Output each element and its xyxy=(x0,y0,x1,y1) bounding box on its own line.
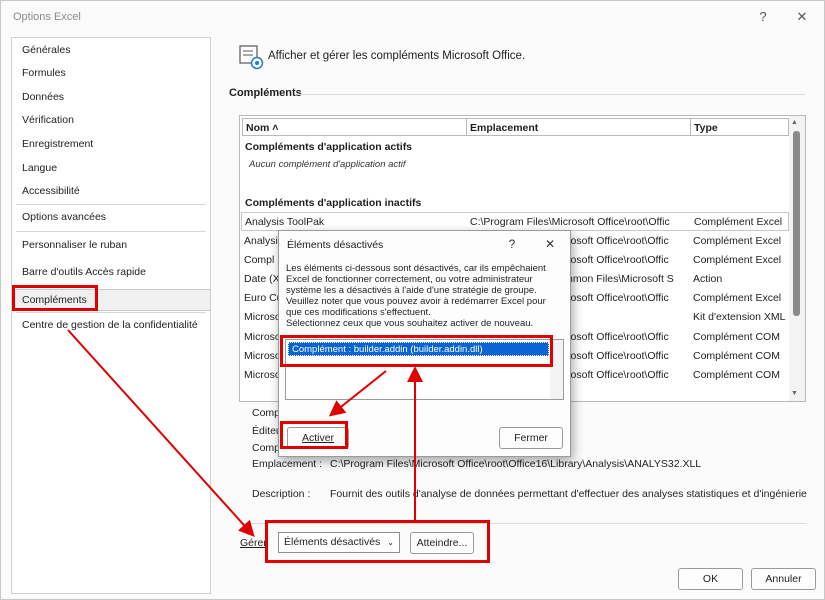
detail-description-value: Fournit des outils d'analyse de données … xyxy=(330,488,807,500)
column-header-name[interactable]: Nom ˄ xyxy=(242,118,467,136)
cell-type: Complément Excel xyxy=(693,254,782,266)
dialog-title: Éléments désactivés xyxy=(287,239,384,251)
sidebar-item-enregistrement[interactable]: Enregistrement xyxy=(22,135,93,153)
sidebar-divider xyxy=(16,231,206,232)
help-button[interactable]: ? xyxy=(750,7,776,27)
cell-type: Complément Excel xyxy=(693,235,782,247)
sidebar-item-personnaliser-ruban[interactable]: Personnaliser le ruban xyxy=(22,236,127,254)
table-scroll-thumb[interactable] xyxy=(793,131,800,316)
close-window-button[interactable]: ✕ xyxy=(789,7,815,27)
highlight-box-item xyxy=(280,335,553,367)
scroll-up-icon[interactable]: ▲ xyxy=(791,119,798,126)
section-divider xyxy=(297,94,805,95)
sidebar-item-confidentialite[interactable]: Centre de gestion de la confidentialité xyxy=(22,316,198,334)
dialog-message-line: Sélectionnez ceux que vous souhaitez act… xyxy=(286,318,534,329)
detail-label-complement: Comp xyxy=(252,407,281,419)
sidebar-item-langue[interactable]: Langue xyxy=(22,159,57,177)
cell-type: Complément COM xyxy=(693,331,780,343)
detail-location-value: C:\Program Files\Microsoft Office\root\O… xyxy=(330,458,702,470)
cell-name: Analysis ToolPak xyxy=(245,216,325,228)
sidebar-item-formules[interactable]: Formules xyxy=(22,64,66,82)
dialog-message-line: système les a désactivés à l'aide d'une … xyxy=(286,285,537,296)
addin-gear-icon xyxy=(239,45,265,74)
detail-label-compatibilite: Comp xyxy=(252,442,281,454)
dialog-message: Les éléments ci-dessous sont désactivés,… xyxy=(286,263,566,329)
cell-type: Complément Excel xyxy=(693,292,782,304)
dialog-message-line: Excel de fonctionner correctement, ou vo… xyxy=(286,274,533,285)
dialog-close-button[interactable]: Fermer xyxy=(499,427,563,449)
group-active: Compléments d'application actifs xyxy=(245,141,413,153)
detail-label-description: Description : xyxy=(252,488,311,500)
group-inactive: Compléments d'application inactifs xyxy=(245,197,422,209)
highlight-box-complements xyxy=(12,285,98,311)
dialog-message-line: que ces modifications s'effectuent. xyxy=(286,307,431,318)
cell-type: Kit d'extension XML xyxy=(693,311,786,323)
sidebar-item-verification[interactable]: Vérification xyxy=(22,111,74,129)
scroll-down-icon[interactable]: ▼ xyxy=(791,390,798,397)
section-title: Compléments xyxy=(229,87,302,99)
page-description: Afficher et gérer les compléments Micros… xyxy=(268,50,526,62)
sidebar-item-acces-rapide[interactable]: Barre d'outils Accès rapide xyxy=(22,263,146,281)
column-header-location[interactable]: Emplacement xyxy=(466,118,691,136)
sidebar-item-options-avancees[interactable]: Options avancées xyxy=(22,208,106,226)
cell-type: Complément COM xyxy=(693,350,780,362)
table-row[interactable]: Analysis ToolPak C:\Program Files\Microso… xyxy=(241,212,789,231)
sidebar-item-donnees[interactable]: Données xyxy=(22,88,64,106)
title-bar: Options Excel ? ✕ xyxy=(1,1,825,33)
cell-type: Action xyxy=(693,273,723,285)
dialog-message-line: Veuillez noter que vous pouvez avoir à r… xyxy=(286,296,546,307)
detail-label-location: Emplacement : xyxy=(252,458,323,470)
dialog-message-line: Les éléments ci-dessous sont désactivés,… xyxy=(286,263,546,274)
sidebar-divider xyxy=(16,204,206,205)
options-sidebar: Générales Formules Données Vérification … xyxy=(11,37,211,594)
cell-type: Complément COM xyxy=(693,369,780,381)
ok-button[interactable]: OK xyxy=(678,568,743,590)
manage-label: Gérer xyxy=(240,537,267,549)
sidebar-item-accessibilite[interactable]: Accessibilité xyxy=(22,182,80,200)
highlight-box-manage xyxy=(265,520,490,563)
sidebar-item-generales[interactable]: Générales xyxy=(22,41,70,59)
cell-type: Complément Excel xyxy=(694,216,783,228)
column-header-type[interactable]: Type xyxy=(690,118,789,136)
cell-location: C:\Program Files\Microsoft Office\root\O… xyxy=(470,216,670,228)
sidebar-divider xyxy=(16,312,206,313)
no-active-addins: Aucun complément d'application actif xyxy=(249,159,406,170)
dialog-close-icon[interactable]: ✕ xyxy=(540,235,560,253)
window-title: Options Excel xyxy=(13,11,81,23)
highlight-box-activate xyxy=(280,421,348,449)
cancel-button[interactable]: Annuler xyxy=(751,568,816,590)
dialog-help-button[interactable]: ? xyxy=(502,235,522,253)
